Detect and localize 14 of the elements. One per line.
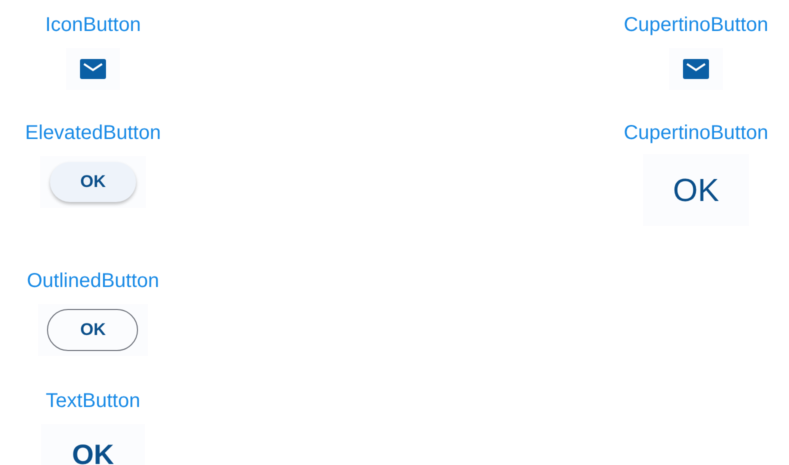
outlined-button[interactable]: OK (47, 309, 138, 351)
mail-icon-button[interactable] (66, 48, 120, 90)
button-caption: CupertinoButton (624, 13, 768, 38)
button-caption: TextButton (46, 389, 140, 414)
mail-icon-button[interactable] (668, 48, 723, 90)
cupertino-button[interactable]: OK (642, 154, 749, 226)
button-caption: IconButton (45, 13, 141, 38)
text-button[interactable]: OK (41, 424, 145, 465)
mail-icon (80, 59, 106, 79)
button-caption: OutlinedButton (26, 269, 160, 294)
mail-icon (682, 59, 709, 79)
button-caption: CupertinoButton (624, 121, 768, 146)
button-caption: ElevatedButton (25, 121, 161, 146)
elevated-button[interactable]: OK (50, 162, 136, 202)
